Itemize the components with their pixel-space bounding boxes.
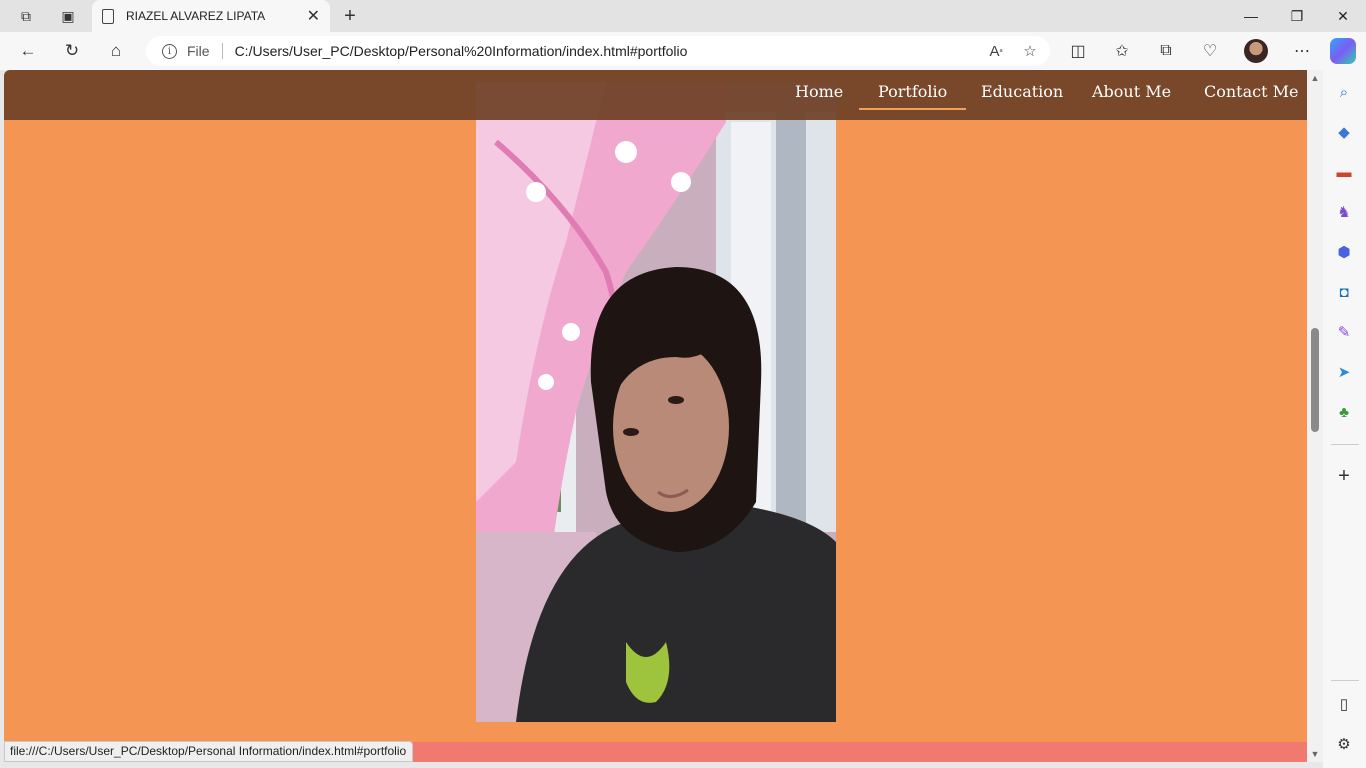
settings-icon[interactable]: ⚙ [1332, 732, 1356, 756]
home-icon[interactable]: ⌂ [102, 37, 130, 65]
sidebar-divider [1331, 444, 1359, 445]
favorites-icon[interactable]: ✩ [1108, 37, 1136, 65]
site-navigation: Home Portfolio Education About Me Contac… [4, 70, 1307, 120]
outlook-icon[interactable]: ◘ [1332, 280, 1356, 304]
document-icon [102, 8, 114, 24]
pen-icon[interactable]: ✎ [1332, 320, 1356, 344]
panel-icon[interactable]: ▯ [1332, 692, 1356, 716]
copilot-icon[interactable] [1330, 38, 1356, 64]
close-tab-icon[interactable]: ✕ [307, 6, 320, 26]
tab-actions-icon[interactable]: ▣ [54, 4, 82, 28]
nav-portfolio[interactable]: Portfolio [859, 82, 967, 110]
minimize-button[interactable]: — [1228, 0, 1274, 32]
send-icon[interactable]: ➤ [1332, 360, 1356, 384]
profile-avatar[interactable] [1244, 39, 1268, 63]
nav-about-me[interactable]: About Me [1092, 82, 1171, 108]
browser-toolbar: ← ↻ ⌂ i File C:/Users/User_PC/Desktop/Pe… [0, 32, 1366, 70]
address-scheme: File [187, 43, 210, 59]
tab-title: RIAZEL ALVAREZ LIPATA [126, 9, 266, 23]
new-tab-button[interactable]: + [338, 4, 362, 28]
briefcase-icon[interactable]: ▬ [1332, 160, 1356, 184]
browser-title-bar: ⧉ ▣ RIAZEL ALVAREZ LIPATA ✕ + — ❐ ✕ [0, 0, 1366, 32]
address-separator [221, 43, 223, 59]
portfolio-photo [476, 82, 836, 722]
workspaces-icon[interactable]: ⧉ [12, 4, 40, 28]
sidebar-divider [1331, 680, 1359, 681]
browser-tab[interactable]: RIAZEL ALVAREZ LIPATA ✕ [92, 0, 330, 32]
search-icon[interactable]: ⌕ [1332, 80, 1356, 104]
add-icon[interactable]: + [1332, 464, 1356, 488]
back-icon[interactable]: ← [14, 37, 42, 65]
page-scrollbar[interactable]: ▲ ▼ [1307, 70, 1323, 762]
tag-icon[interactable]: ◆ [1332, 120, 1356, 144]
collections-icon[interactable]: ⧉ [1152, 37, 1180, 65]
chess-icon[interactable]: ♞ [1332, 200, 1356, 224]
nav-contact-me[interactable]: Contact Me [1204, 82, 1298, 108]
refresh-icon[interactable]: ↻ [58, 37, 86, 65]
status-bar-url: file:///C:/Users/User_PC/Desktop/Persona… [4, 741, 414, 762]
browser-essentials-icon[interactable]: ♡ [1196, 37, 1224, 65]
page-viewport: Home Portfolio Education About Me Contac… [4, 70, 1307, 762]
close-window-button[interactable]: ✕ [1320, 0, 1366, 32]
split-screen-icon[interactable]: ◫ [1064, 37, 1092, 65]
address-url[interactable]: C:/Users/User_PC/Desktop/Personal%20Info… [235, 43, 982, 59]
copilot-app-icon[interactable]: ⬢ [1332, 240, 1356, 264]
site-info-icon[interactable]: i [162, 43, 177, 59]
scroll-down-arrow-icon[interactable]: ▼ [1310, 749, 1320, 759]
tree-icon[interactable]: ♣ [1332, 400, 1356, 424]
nav-home[interactable]: Home [795, 82, 843, 108]
nav-education[interactable]: Education [981, 82, 1063, 108]
scroll-thumb[interactable] [1311, 328, 1319, 432]
address-bar[interactable]: i File C:/Users/User_PC/Desktop/Personal… [146, 36, 1050, 66]
edge-sidebar: ⌕ ◆ ▬ ♞ ⬢ ◘ ✎ ➤ ♣ + ▯ ⚙ [1323, 70, 1366, 768]
restore-button[interactable]: ❐ [1274, 0, 1320, 32]
read-aloud-icon[interactable]: Aᵃ [982, 37, 1010, 65]
scroll-up-arrow-icon[interactable]: ▲ [1310, 73, 1320, 83]
more-options-icon[interactable]: ⋯ [1288, 37, 1316, 65]
favorite-star-icon[interactable]: ☆ [1016, 37, 1044, 65]
